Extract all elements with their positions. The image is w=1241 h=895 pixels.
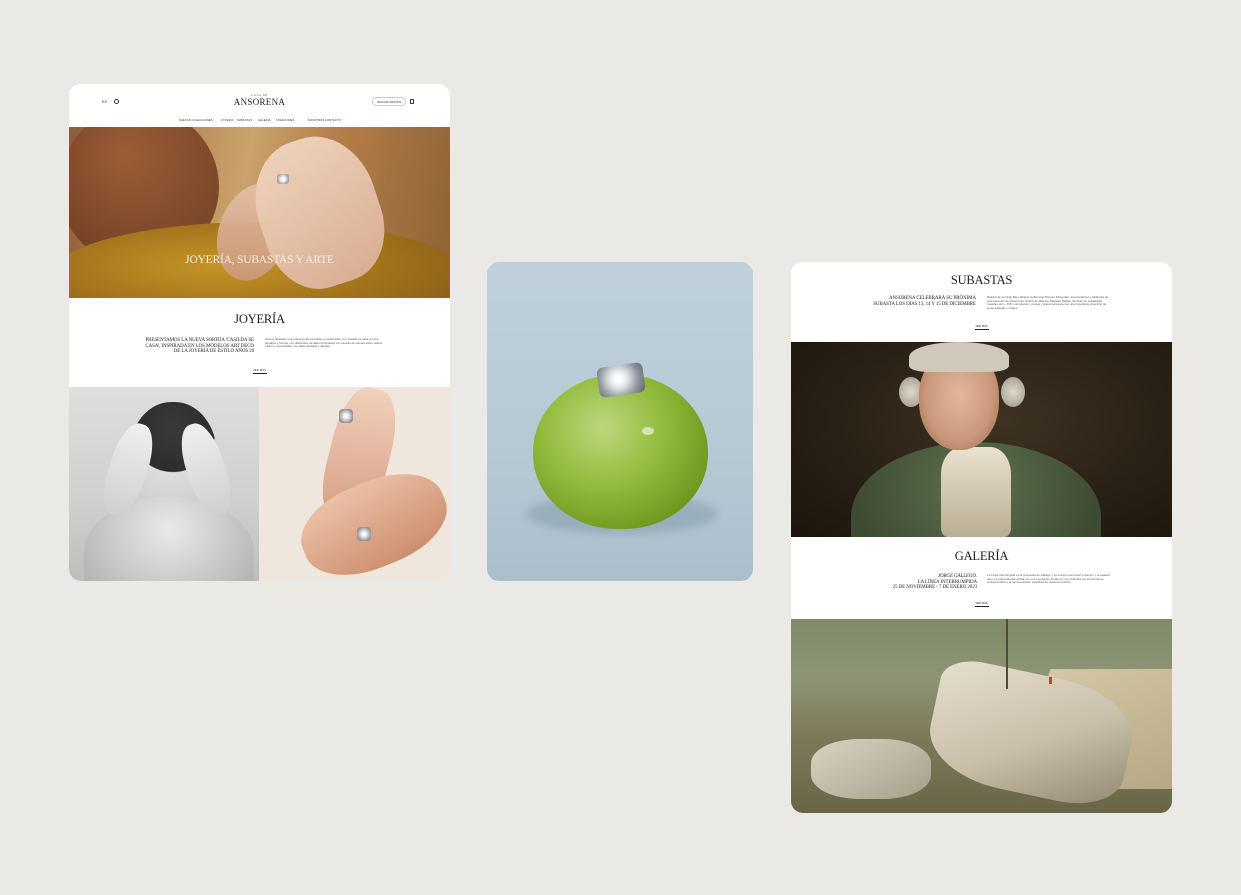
apple-ring-photo: [487, 262, 753, 581]
nav-item-nosotros[interactable]: NOSOTROS: [308, 119, 324, 122]
section-body: La Línea Interrumpida es la propuesta de…: [987, 573, 1110, 585]
section-title: SUBASTAS: [950, 273, 1013, 287]
hero-photo: JOYERÍA, SUBASTAS Y ARTE: [69, 127, 450, 298]
nav-item-contacto[interactable]: CONTACTO: [325, 119, 341, 122]
art-deco-ring: [596, 361, 646, 399]
ring-detail: [339, 409, 353, 423]
section-title: GALERÍA: [954, 549, 1009, 563]
landscape-painting: [791, 619, 1172, 813]
joyeria-section: JOYERÍA PRESENTAMOS LA NUEVA SORTIJA 'CA…: [69, 298, 450, 387]
exhibition-dates: 25 DE NOVIEMBRE - 7 DE ENERO 2023: [892, 585, 977, 591]
galeria-section: GALERÍA JORGE GALLEGO. LA LÍNEA INTERRUM…: [791, 537, 1172, 619]
site-header: ES CASA DE ANSORENA INICIAR SESIÓN NUEVA…: [69, 84, 450, 127]
ring-detail: [357, 527, 371, 541]
section-body: Hemos diseñado una nueva sortija pensada…: [265, 337, 383, 349]
section-title: JOYERÍA: [234, 312, 285, 326]
view-more-link[interactable]: VER MÁS: [791, 602, 1172, 607]
login-button[interactable]: INICIAR SESIÓN: [372, 97, 406, 106]
subastas-section: SUBASTAS ANSORENA CELEBRARÁ SU PRÓXIMA S…: [791, 262, 1172, 342]
view-more-link[interactable]: VER MÁS: [791, 325, 1172, 330]
bag-icon[interactable]: [410, 99, 414, 104]
section-lead: PRESENTAMOS LA NUEVA SORTIJA 'CASILDA SE…: [145, 338, 254, 355]
hero-title: JOYERÍA, SUBASTAS Y ARTE: [185, 254, 334, 266]
nav-item-tasaciones[interactable]: TASACIONES: [276, 119, 295, 122]
hands-rings-photo: [259, 387, 450, 581]
jewelry-homepage-mockup: ES CASA DE ANSORENA INICIAR SESIÓN NUEVA…: [69, 84, 450, 581]
nav-item-nuevas-colecciones[interactable]: NUEVAS COLECCIONES: [179, 119, 213, 122]
nav-item-joyeria[interactable]: JOYERÍA: [221, 119, 234, 122]
bw-portrait-photo: [69, 387, 259, 581]
section-body: Retrato de Gonzalo Baro Albéniz cedido t…: [987, 295, 1109, 311]
view-more-link[interactable]: VER MÁS: [69, 369, 450, 374]
auctions-gallery-mockup: SUBASTAS ANSORENA CELEBRARÁ SU PRÓXIMA S…: [791, 262, 1172, 813]
green-apple: [533, 374, 708, 529]
artist-name: JORGE GALLEGO.: [937, 574, 977, 579]
exhibition-title: LA LÍNEA INTERRUMPIDA: [917, 579, 977, 585]
main-nav: NUEVAS COLECCIONES JOYERÍA SUBASTAS GALE…: [69, 119, 450, 124]
section-lead: ANSORENA CELEBRARÁ SU PRÓXIMA SUBASTA LO…: [873, 296, 976, 307]
ring-detail: [277, 174, 289, 184]
portrait-painting: [791, 342, 1172, 537]
nav-item-galeria[interactable]: GALERÍA: [258, 119, 271, 122]
nav-item-subastas[interactable]: SUBASTAS: [237, 119, 252, 122]
section-lead: JORGE GALLEGO. LA LÍNEA INTERRUMPIDA 25 …: [861, 574, 977, 591]
